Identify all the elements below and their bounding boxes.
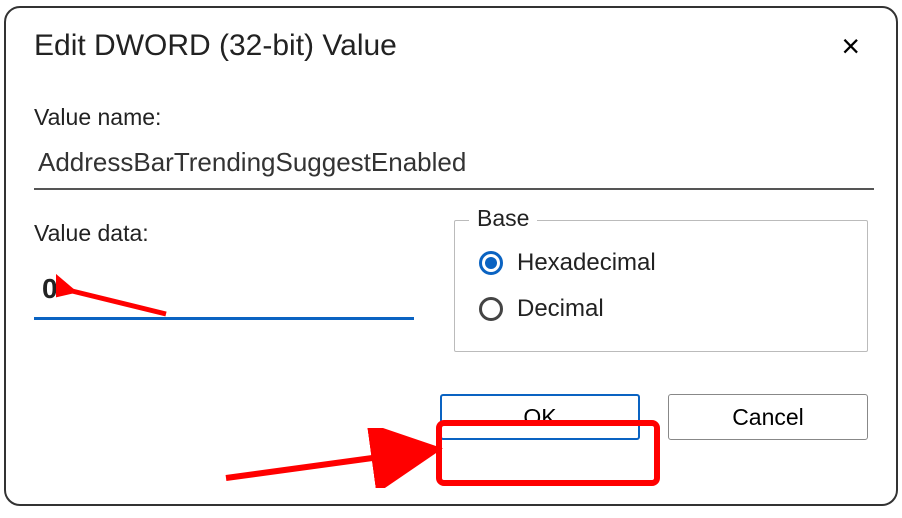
value-data-input[interactable]: [34, 263, 414, 320]
radio-selected-icon: [479, 251, 503, 275]
radio-hex-label: Hexadecimal: [517, 249, 656, 277]
value-name-input[interactable]: [34, 141, 874, 190]
base-group: Base Hexadecimal Decimal: [454, 220, 868, 352]
dialog-title: Edit DWORD (32-bit) Value: [34, 29, 397, 63]
value-name-label: Value name:: [34, 104, 868, 131]
base-legend: Base: [469, 205, 537, 232]
radio-dec-label: Decimal: [517, 295, 604, 323]
edit-dword-dialog: Edit DWORD (32-bit) Value × Value name: …: [4, 6, 898, 506]
cancel-button[interactable]: Cancel: [668, 394, 868, 440]
value-data-label: Value data:: [34, 220, 414, 247]
cancel-button-label: Cancel: [732, 404, 804, 431]
close-icon[interactable]: ×: [833, 26, 868, 66]
radio-unselected-icon: [479, 297, 503, 321]
ok-button-label: OK: [523, 404, 556, 431]
radio-hexadecimal[interactable]: Hexadecimal: [479, 249, 843, 277]
button-row: OK Cancel: [34, 394, 868, 440]
title-bar: Edit DWORD (32-bit) Value ×: [34, 26, 868, 66]
radio-decimal[interactable]: Decimal: [479, 295, 843, 323]
ok-button[interactable]: OK: [440, 394, 640, 440]
